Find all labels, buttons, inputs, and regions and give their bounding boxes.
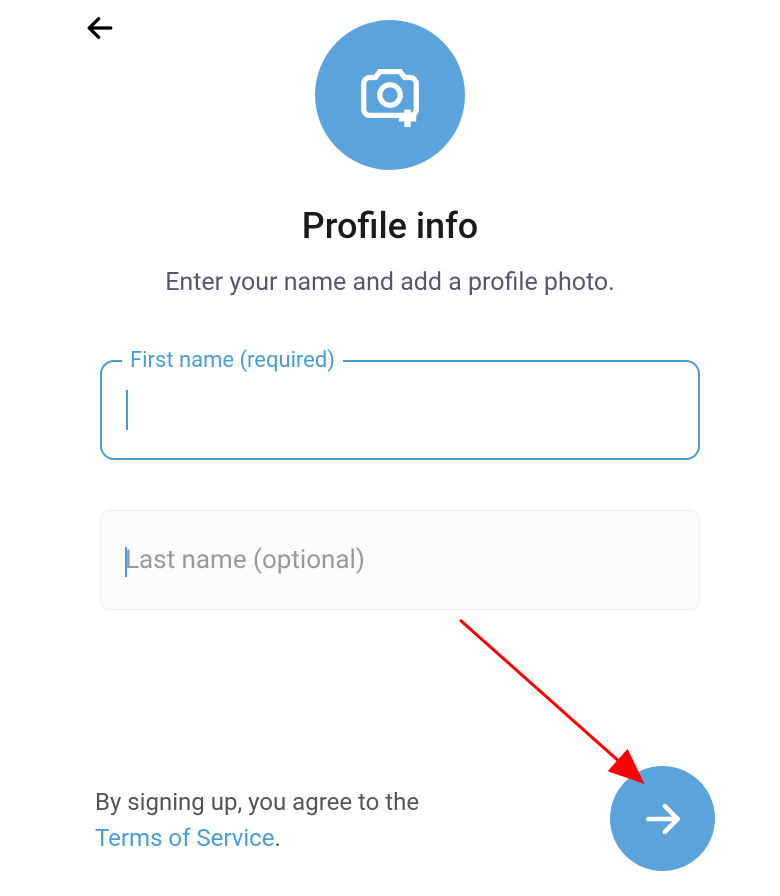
add-photo-button[interactable] <box>315 20 465 170</box>
last-name-field-container: Last name (optional) <box>100 510 700 610</box>
next-button[interactable] <box>610 766 715 871</box>
page-subtitle: Enter your name and add a profile photo. <box>0 268 780 297</box>
first-name-input[interactable] <box>128 395 674 426</box>
terms-prefix: By signing up, you agree to the <box>95 788 419 816</box>
arrow-right-icon <box>641 797 685 841</box>
last-name-placeholder: Last name (optional) <box>125 545 365 575</box>
camera-add-icon <box>355 60 425 130</box>
first-name-label: First name (required) <box>122 348 343 373</box>
page-title: Profile info <box>0 205 780 247</box>
terms-text: By signing up, you agree to the Terms of… <box>95 784 455 856</box>
last-name-field[interactable]: Last name (optional) <box>100 510 700 610</box>
back-button[interactable] <box>80 8 120 48</box>
terms-of-service-link[interactable]: Terms of Service <box>95 824 274 852</box>
terms-suffix: . <box>274 824 280 852</box>
first-name-field[interactable]: First name (required) <box>100 360 700 460</box>
first-name-field-container: First name (required) <box>100 360 700 460</box>
arrow-left-icon <box>84 12 116 44</box>
